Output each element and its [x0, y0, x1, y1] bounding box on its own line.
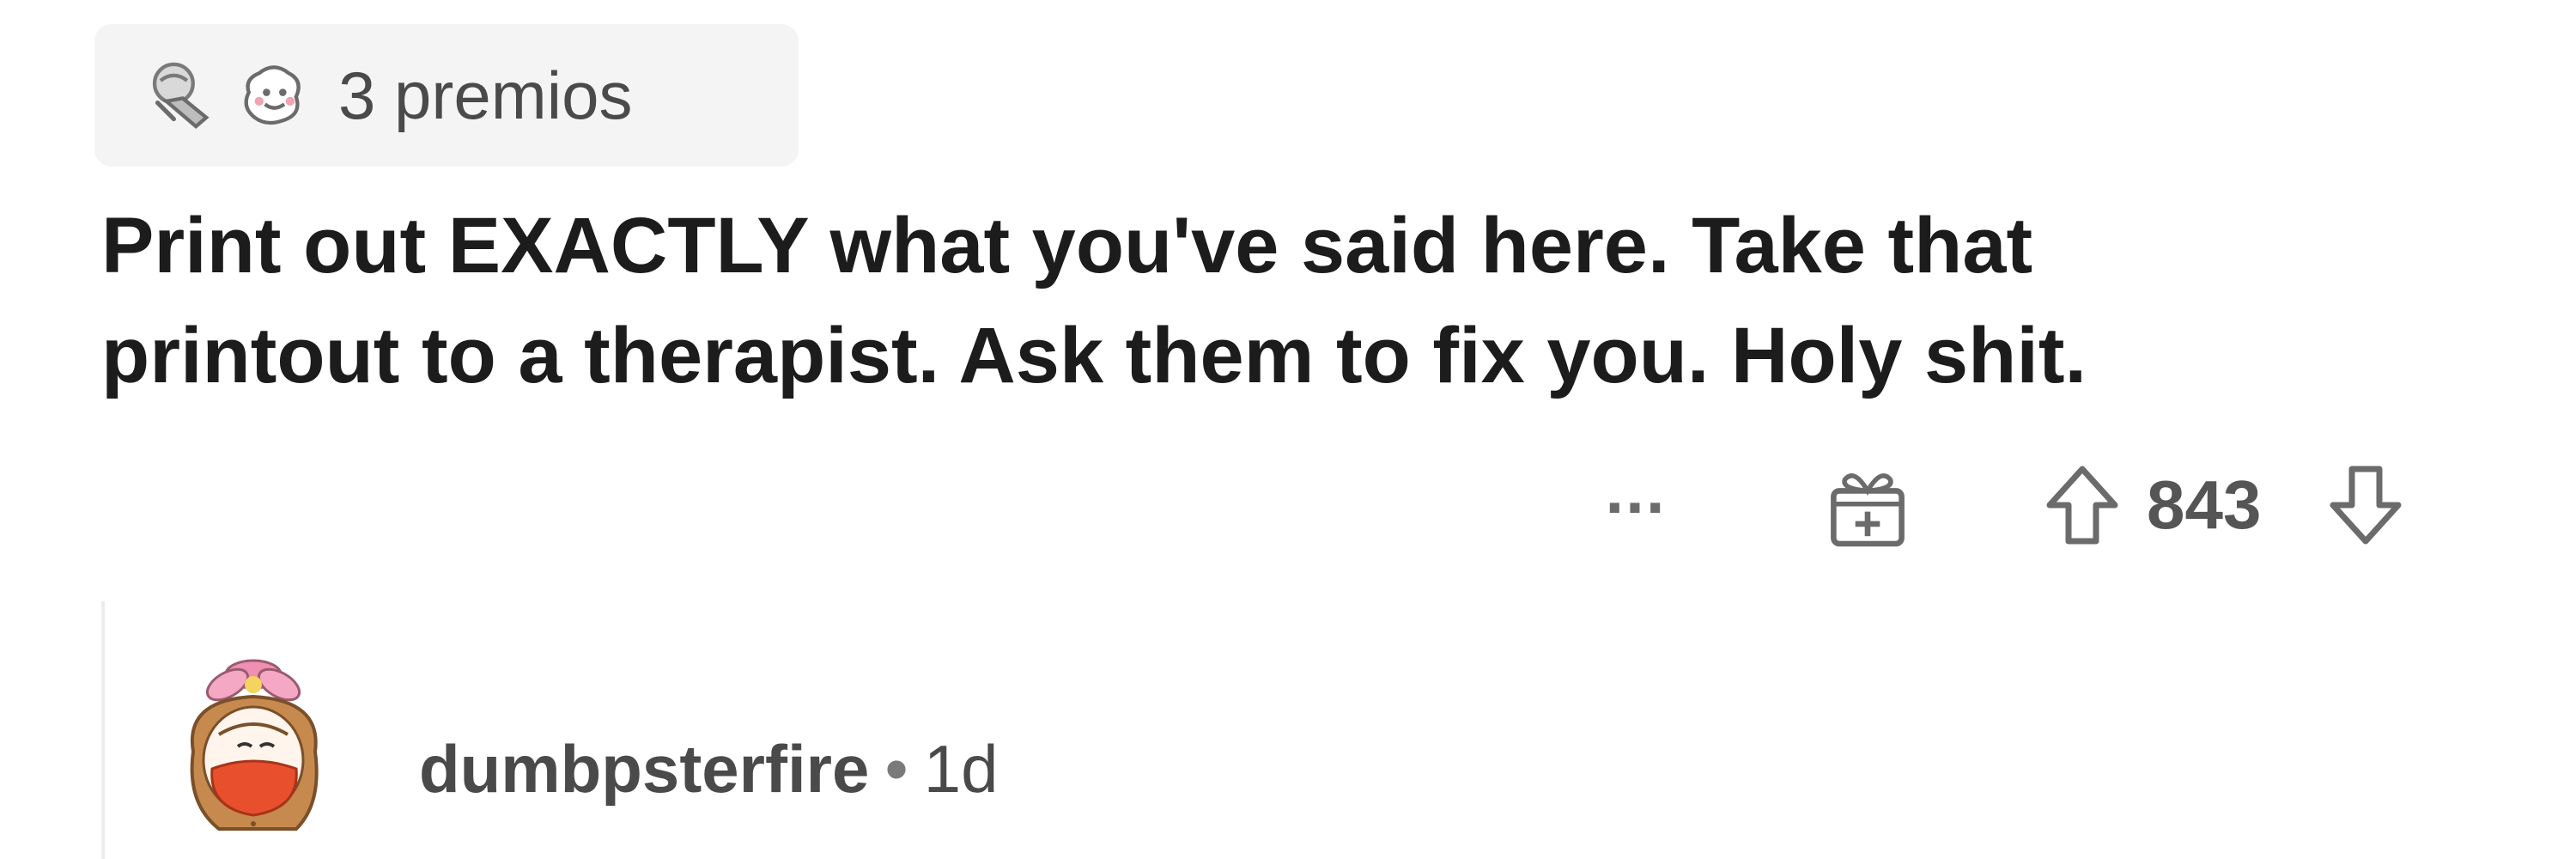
- comment-action-bar: ... 843: [1546, 450, 2507, 553]
- awards-badge[interactable]: 3 premios: [94, 24, 799, 167]
- wholesome-award-icon: [237, 58, 311, 132]
- meta-separator: •: [884, 731, 908, 807]
- upvote-arrow-icon[interactable]: [2039, 462, 2125, 548]
- reply-timestamp: 1d: [923, 731, 999, 807]
- reply-meta: dumbpsterfire • 1d: [419, 726, 998, 812]
- comment-line: printout to a therapist. Ask them to fix…: [101, 312, 2087, 399]
- thread-line[interactable]: [101, 601, 105, 859]
- reply-username[interactable]: dumbpsterfire: [419, 731, 869, 807]
- downvote-arrow-icon[interactable]: [2323, 462, 2409, 548]
- comment-body: Print out EXACTLY what you've said here.…: [101, 191, 2523, 411]
- vote-score: 843: [2147, 466, 2262, 543]
- more-options-button[interactable]: ...: [1589, 455, 1683, 541]
- avatar-girl-with-flower-icon[interactable]: [167, 640, 365, 846]
- gift-icon[interactable]: [1820, 459, 1915, 553]
- comment-line: Print out EXACTLY what you've said here.…: [101, 202, 2033, 289]
- awards-count: 3 premios: [338, 57, 633, 133]
- silver-award-icon: [144, 58, 218, 132]
